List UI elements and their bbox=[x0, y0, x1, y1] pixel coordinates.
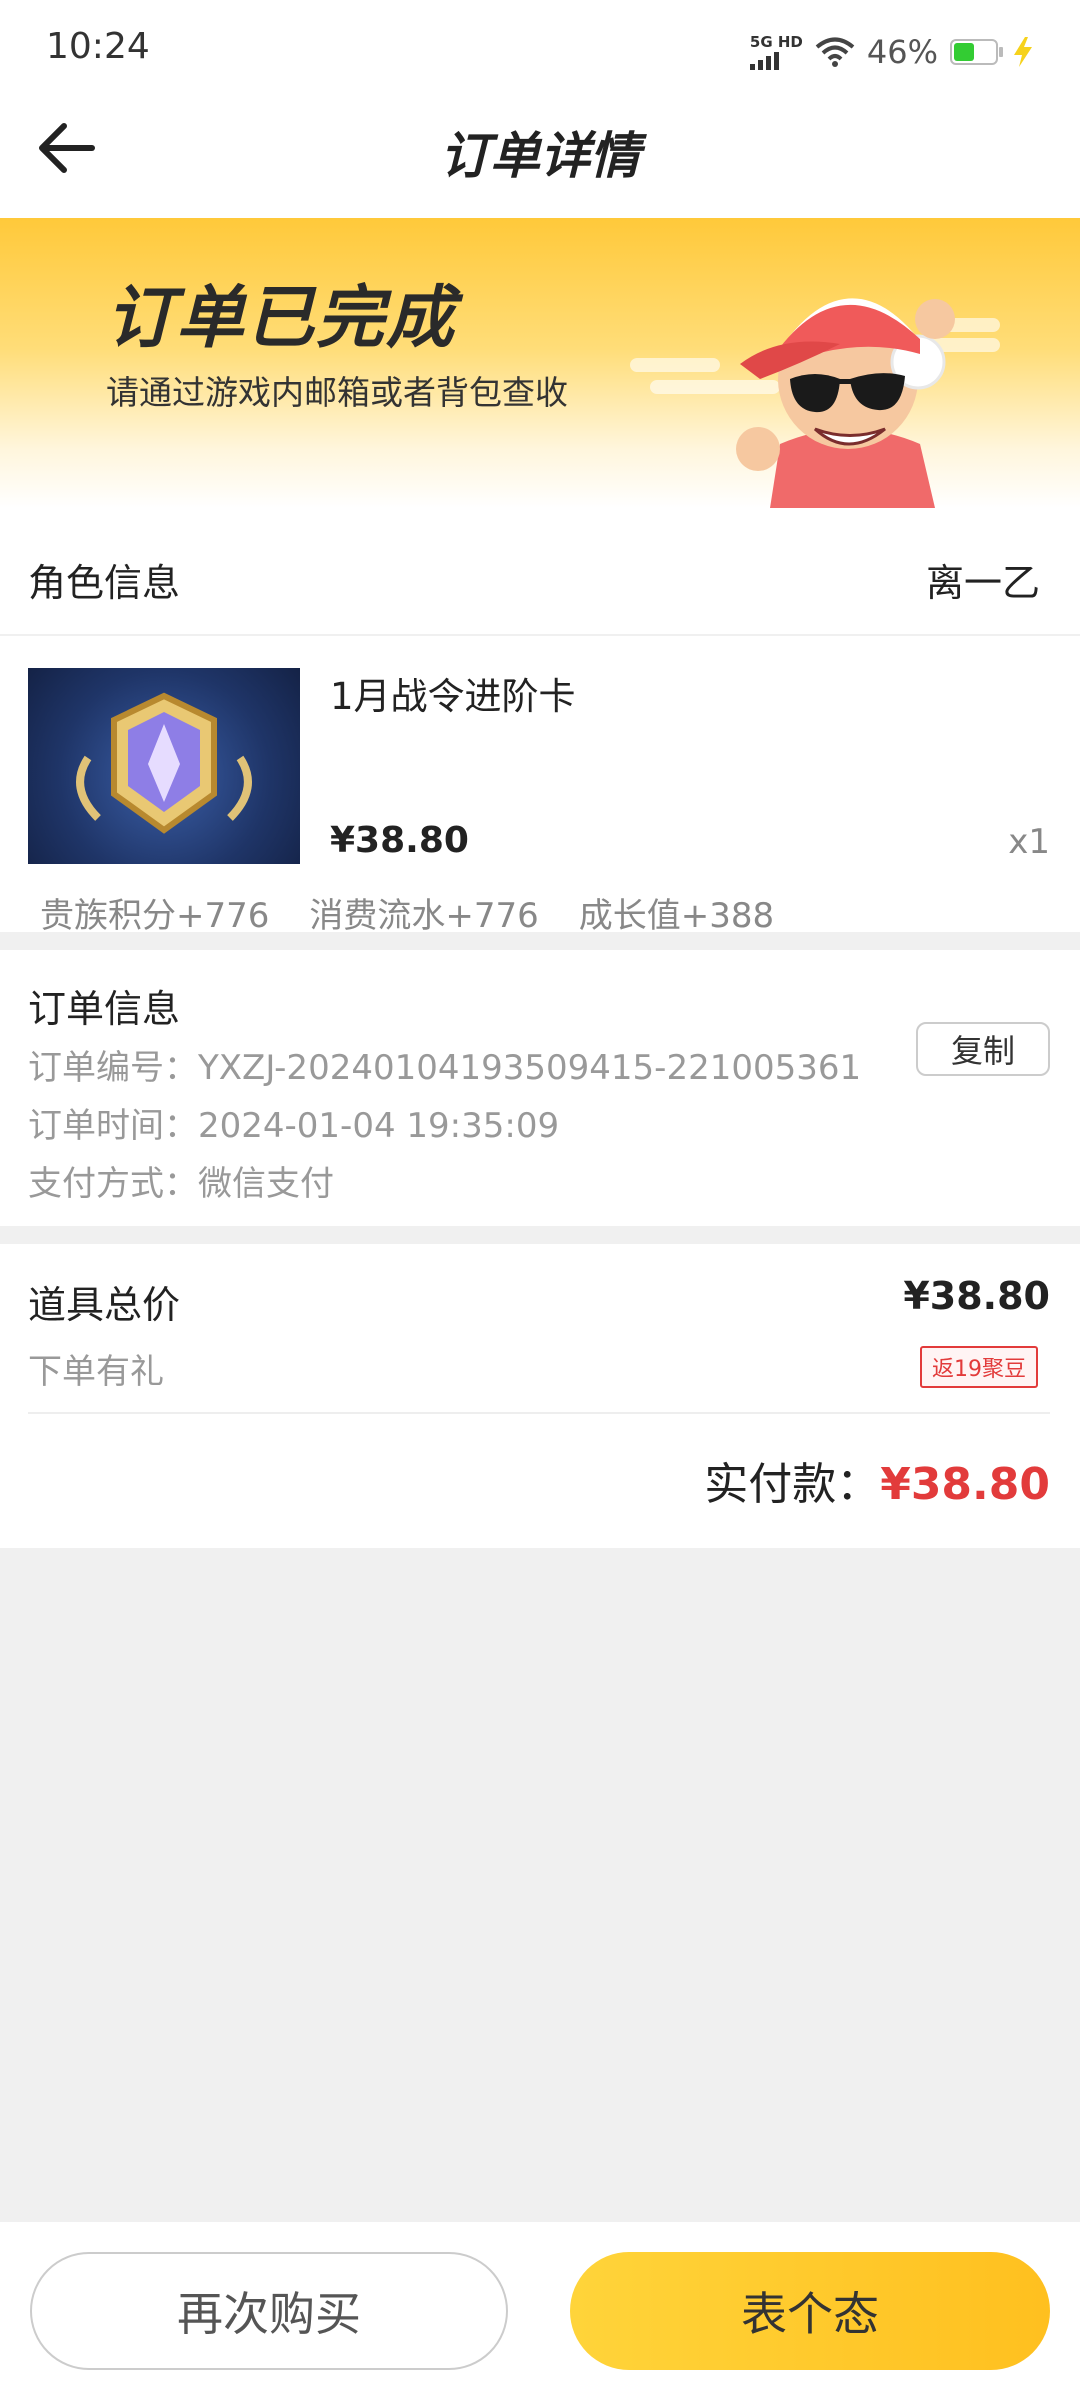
wifi-icon bbox=[815, 37, 855, 67]
perk-item: 贵族积分+776 bbox=[40, 896, 270, 936]
price-summary-section: 道具总价 ¥38.80 下单有礼 返19聚豆 实付款：¥38.80 bbox=[0, 1244, 1080, 1548]
bottom-action-bar: 再次购买 表个态 bbox=[0, 2222, 1080, 2400]
order-status-subtitle: 请通过游戏内邮箱或者背包查收 bbox=[106, 373, 568, 412]
order-time-row: 订单时间：2024-01-04 19:35:09 bbox=[28, 1098, 559, 1147]
mascot-illustration bbox=[736, 298, 955, 508]
role-name: 离一乙 bbox=[925, 561, 1040, 605]
amount-paid: 实付款：¥38.80 bbox=[704, 1448, 1050, 1512]
order-time: 2024-01-04 19:35:09 bbox=[198, 1106, 560, 1146]
product-name: 1月战令进阶卡 bbox=[330, 675, 576, 718]
status-time: 10:24 bbox=[46, 26, 150, 67]
product-card: 1月战令进阶卡 ¥38.80 x1 贵族积分+776 消费流水+776 成长值+… bbox=[0, 636, 1080, 936]
order-status-title: 订单已完成 bbox=[106, 279, 457, 358]
product-quantity: x1 bbox=[1008, 822, 1050, 862]
network-label: 5G HD bbox=[749, 33, 803, 51]
amount-paid-label: 实付款： bbox=[704, 1459, 881, 1510]
role-info-label: 角色信息 bbox=[28, 561, 181, 605]
item-total-label: 道具总价 bbox=[28, 1283, 181, 1327]
role-info-row: 角色信息 离一乙 bbox=[0, 508, 1080, 634]
amount-paid-value: ¥38.80 bbox=[880, 1459, 1050, 1510]
order-number-row: 订单编号：YXZJ-20240104193509415-221005361 bbox=[28, 1040, 861, 1089]
top-area: 10:24 5G HD 46% 订单详情 bbox=[0, 0, 1080, 218]
order-gift-label: 下单有礼 bbox=[28, 1352, 164, 1392]
gift-badge: 返19聚豆 bbox=[920, 1346, 1038, 1388]
status-icons: 5G HD 46% bbox=[749, 30, 1036, 74]
battery-percent: 46% bbox=[866, 33, 938, 71]
order-info-section: 订单信息 订单编号：YXZJ-20240104193509415-2210053… bbox=[0, 950, 1080, 1226]
payment-method: 微信支付 bbox=[198, 1164, 334, 1204]
order-time-label: 订单时间： bbox=[28, 1106, 198, 1146]
divider bbox=[28, 1412, 1050, 1414]
charging-icon bbox=[1014, 37, 1032, 67]
battery-icon bbox=[950, 39, 1003, 65]
order-info-title: 订单信息 bbox=[28, 987, 181, 1031]
order-status-banner: 订单已完成 请通过游戏内邮箱或者背包查收 bbox=[0, 218, 1080, 508]
item-total-value: ¥38.80 bbox=[903, 1274, 1050, 1318]
payment-method-label: 支付方式： bbox=[28, 1164, 198, 1204]
signal-icon: 5G HD bbox=[749, 33, 803, 70]
order-detail-page: 10:24 5G HD 46% 订单详情 订单已完成 请通过游戏内邮箱或者背包查… bbox=[0, 0, 1080, 2400]
product-price: ¥38.80 bbox=[330, 820, 469, 861]
order-number: YXZJ-20240104193509415-221005361 bbox=[198, 1048, 862, 1088]
copy-button[interactable]: 复制 bbox=[916, 1022, 1050, 1076]
page-title: 订单详情 bbox=[440, 127, 640, 185]
product-image bbox=[28, 668, 300, 864]
perk-item: 消费流水+776 bbox=[309, 896, 539, 936]
payment-method-row: 支付方式：微信支付 bbox=[28, 1156, 334, 1205]
order-number-label: 订单编号： bbox=[28, 1048, 198, 1088]
buy-again-button[interactable]: 再次购买 bbox=[30, 2252, 508, 2370]
review-button[interactable]: 表个态 bbox=[570, 2252, 1050, 2370]
perk-item: 成长值+388 bbox=[578, 896, 775, 936]
product-perks: 贵族积分+776 消费流水+776 成长值+388 bbox=[40, 888, 774, 937]
